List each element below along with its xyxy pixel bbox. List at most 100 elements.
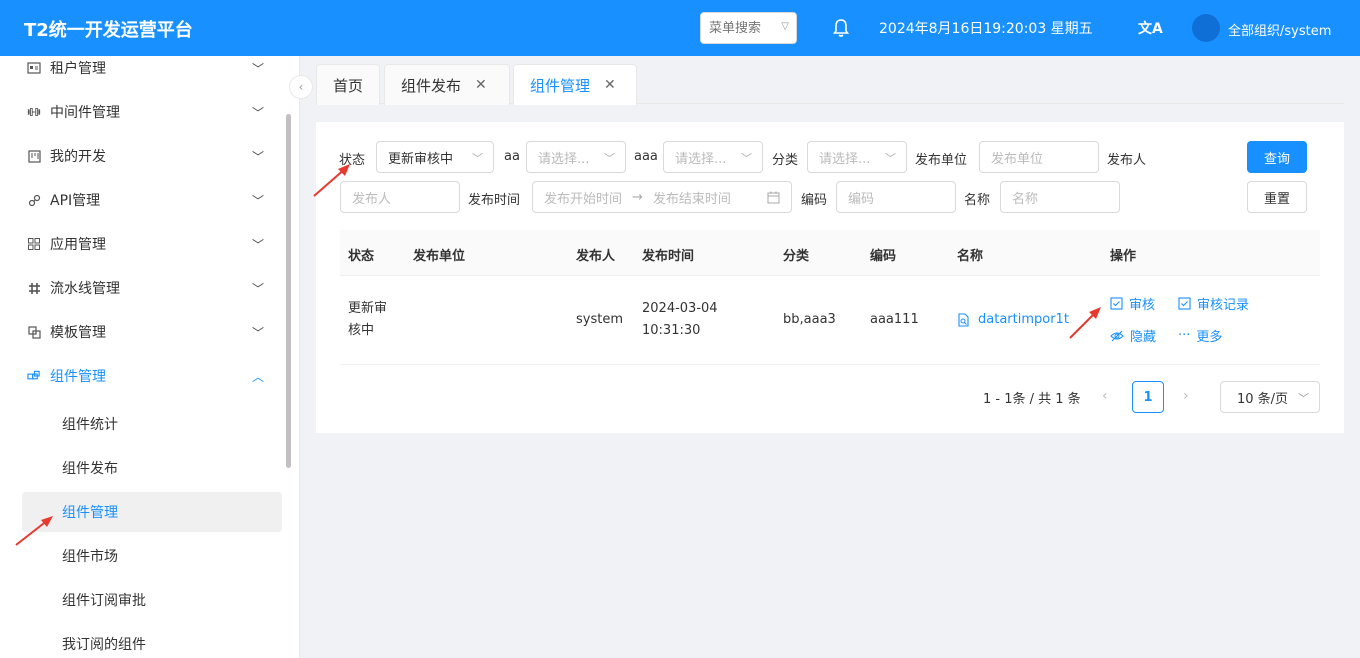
sidebar-item-label: 流水线管理: [50, 281, 120, 297]
org-user-label[interactable]: 全部组织/system: [1228, 20, 1331, 39]
sidebar-item-label: 中间件管理: [50, 105, 120, 121]
column-header: 发布单位: [413, 249, 466, 264]
category-label: 分类: [772, 153, 799, 168]
status-select[interactable]: 更新审核中 ﹀: [376, 141, 494, 173]
chevron-left-icon[interactable]: ‹: [1102, 388, 1108, 404]
menu-search-select[interactable]: ▽: [700, 12, 797, 44]
column-header: 发布人: [576, 249, 616, 264]
hide-label: 隐藏: [1130, 330, 1157, 345]
cell-category: bb,aaa3: [783, 312, 836, 327]
sidebar-item-middleware[interactable]: 中间件管理 ﹀: [0, 90, 290, 134]
avatar[interactable]: [1192, 14, 1220, 42]
sidebar-item-label: 模板管理: [50, 325, 106, 341]
template-icon: [27, 325, 41, 339]
link-icon: [27, 193, 41, 207]
component-name-link[interactable]: datartimpor1t: [978, 309, 1069, 331]
hide-action[interactable]: 隐藏: [1110, 326, 1156, 345]
column-header: 操作: [1110, 249, 1137, 264]
aaa-select-placeholder: 请选择...: [675, 151, 727, 167]
sidebar-item-template[interactable]: 模板管理 ﹀: [0, 310, 290, 354]
category-select[interactable]: 请选择... ﹀: [807, 141, 907, 173]
publish-time-label: 发布时间: [468, 193, 521, 208]
review-action[interactable]: 审核: [1110, 294, 1155, 313]
annotation-arrow-icon: [15, 516, 53, 546]
sidebar-item-tenant[interactable]: 租户管理 ﹀: [0, 56, 290, 90]
current-datetime: 2024年8月16日19:20:03 星期五: [879, 21, 1093, 37]
chevron-down-icon: ﹀: [604, 152, 615, 165]
bell-icon[interactable]: [832, 18, 850, 38]
review-log-action[interactable]: 审核记录: [1178, 294, 1249, 313]
publish-unit-placeholder: 发布单位: [991, 151, 1044, 167]
column-header: 分类: [783, 249, 810, 264]
tab-label: 组件发布: [401, 76, 462, 95]
sidebar-item-app[interactable]: 应用管理 ﹀: [0, 222, 290, 266]
status-select-value: 更新审核中: [388, 151, 454, 167]
more-action[interactable]: ··· 更多: [1178, 326, 1222, 345]
cell-name[interactable]: datartimpor1t: [957, 309, 1069, 331]
aa-select-placeholder: 请选择...: [538, 151, 590, 167]
tab-label: 首页: [333, 76, 364, 95]
sidebar-sub-subscription-approval[interactable]: 组件订阅审批: [22, 580, 282, 620]
sidebar-item-api[interactable]: API管理 ﹀: [0, 178, 290, 222]
sidebar-item-pipeline[interactable]: 流水线管理 ﹀: [0, 266, 290, 310]
component-icon: [27, 369, 41, 383]
pagination-current-page[interactable]: 1: [1132, 381, 1164, 413]
publisher-input[interactable]: 发布人: [340, 181, 460, 213]
calendar-icon: [767, 191, 780, 204]
sidebar-sub-my-subscriptions[interactable]: 我订阅的组件: [22, 624, 282, 658]
sidebar-sub-component-publish[interactable]: 组件发布: [22, 448, 282, 488]
publish-time-range[interactable]: 发布开始时间 → 发布结束时间: [532, 181, 792, 213]
reset-button[interactable]: 重置: [1247, 181, 1307, 213]
column-header: 名称: [957, 249, 984, 264]
sidebar-sub-component-market[interactable]: 组件市场: [22, 536, 282, 576]
sidebar-item-component[interactable]: 组件管理 ︿: [0, 354, 290, 398]
cell-code: aaa111: [870, 312, 919, 327]
aa-label: aa: [504, 149, 520, 164]
top-header: T2统一开发运营平台 ▽ 2024年8月16日19:20:03 星期五 文A 全…: [0, 0, 1360, 56]
sidebar: 租户管理 ﹀ 中间件管理 ﹀ 我的开发 ﹀ API管理 ﹀ 应用管理 ﹀ 流水线…: [0, 56, 300, 658]
tab-component-manage[interactable]: 组件管理 ✕: [513, 64, 637, 105]
review-label: 审核: [1129, 298, 1156, 313]
sidebar-sub-label: 组件订阅审批: [62, 593, 146, 609]
sidebar-sub-label: 我订阅的组件: [62, 637, 146, 653]
tab-label: 组件管理: [530, 76, 591, 95]
sidebar-sub-component-stats[interactable]: 组件统计: [22, 404, 282, 444]
chevron-right-icon[interactable]: ›: [1183, 388, 1189, 404]
sidebar-sub-label: 组件市场: [62, 549, 118, 565]
menu-search-input[interactable]: [709, 13, 779, 43]
page-size-select[interactable]: 10 条/页 ﹀: [1220, 381, 1320, 413]
chevron-down-icon: ﹀: [741, 152, 752, 165]
translate-icon[interactable]: 文A: [1138, 18, 1163, 38]
ellipsis-icon: ···: [1178, 328, 1191, 343]
chevron-down-icon: ﹀: [472, 152, 483, 165]
name-placeholder: 名称: [1012, 191, 1039, 207]
aa-select[interactable]: 请选择... ﹀: [526, 141, 626, 173]
close-icon[interactable]: ✕: [604, 77, 616, 93]
column-header: 状态: [348, 249, 375, 264]
start-time-placeholder: 发布开始时间: [544, 191, 623, 207]
tab-bar: 首页 组件发布 ✕ 组件管理 ✕: [316, 64, 1344, 105]
cell-publisher: system: [576, 312, 623, 327]
tab-component-publish[interactable]: 组件发布 ✕: [384, 64, 510, 105]
chevron-down-icon: ﹀: [885, 152, 896, 165]
publish-unit-input[interactable]: 发布单位: [979, 141, 1099, 173]
cell-time-line: 10:31:30: [642, 323, 701, 338]
tab-home[interactable]: 首页: [316, 64, 380, 105]
name-input[interactable]: 名称: [1000, 181, 1120, 213]
code-label: 编码: [801, 193, 828, 208]
aaa-select[interactable]: 请选择... ﹀: [663, 141, 763, 173]
sidebar-sub-component-manage[interactable]: 组件管理: [22, 492, 282, 532]
sidebar-item-my-dev[interactable]: 我的开发 ﹀: [0, 134, 290, 178]
close-icon[interactable]: ✕: [475, 77, 487, 93]
code-input[interactable]: 编码: [836, 181, 956, 213]
column-header: 编码: [870, 249, 897, 264]
check-square-icon: [1178, 297, 1191, 310]
id-card-icon: [27, 61, 41, 75]
chevron-down-icon: ﹀: [252, 281, 265, 296]
sidebar-item-label: 组件管理: [50, 369, 106, 385]
chevron-up-icon: ︿: [252, 369, 265, 384]
sidebar-item-label: API管理: [50, 193, 101, 209]
sidebar-scrollbar[interactable]: [286, 114, 291, 468]
query-button[interactable]: 查询: [1247, 141, 1307, 173]
collapse-sidebar-button[interactable]: ‹: [289, 75, 313, 99]
